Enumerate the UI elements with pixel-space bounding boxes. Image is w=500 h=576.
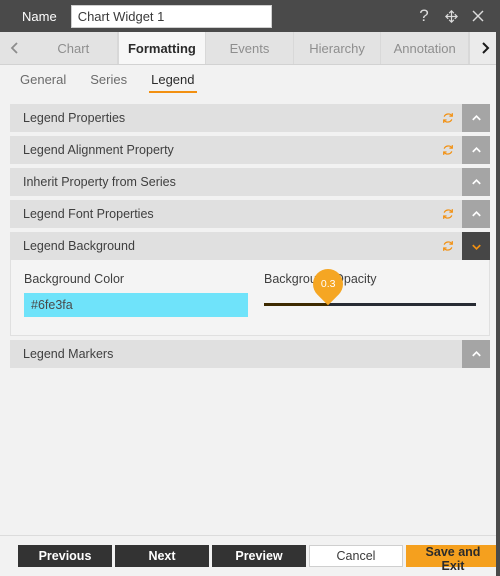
settings-panel: Legend Properties Legend Alignment Proper…	[0, 96, 500, 535]
tab-chart[interactable]: Chart	[30, 32, 118, 64]
section-legend-background: Legend BackgroundBackground ColorBackgro…	[10, 232, 490, 336]
help-icon[interactable]: ?	[416, 7, 432, 24]
sub-tablist: General Series Legend	[0, 65, 500, 97]
section-legend-markers: Legend Markers	[10, 340, 490, 368]
section-header-legend-font-properties[interactable]: Legend Font Properties	[10, 200, 490, 228]
subtab-legend[interactable]: Legend	[141, 68, 204, 94]
subtab-label: Series	[90, 72, 128, 87]
slider-fill	[264, 303, 328, 306]
section-title: Legend Alignment Property	[23, 143, 174, 157]
preview-button[interactable]: Preview	[212, 545, 306, 567]
previous-button[interactable]: Previous	[18, 545, 112, 567]
section-legend-properties: Legend Properties	[10, 104, 490, 132]
chevron-up-icon[interactable]	[462, 104, 490, 132]
tab-annotation[interactable]: Annotation	[381, 32, 469, 64]
tab-formatting[interactable]: Formatting	[117, 32, 207, 64]
background-color-input[interactable]	[24, 293, 248, 317]
dialog-footer: Previous Next Preview Cancel Save and Exit	[0, 535, 500, 576]
cancel-button[interactable]: Cancel	[309, 545, 403, 567]
widget-name-input[interactable]	[70, 4, 272, 28]
chevron-down-icon[interactable]	[462, 232, 490, 260]
subtab-label: General	[20, 72, 67, 87]
tabstrip-prev-arrow-icon[interactable]	[0, 32, 30, 64]
slider-handle[interactable]: 0.3	[306, 262, 349, 306]
window-titlebar: Name ?	[0, 0, 500, 32]
chevron-up-icon[interactable]	[462, 168, 490, 196]
reset-icon[interactable]	[434, 200, 462, 228]
background-color-label: Background Color	[24, 272, 125, 286]
reset-icon[interactable]	[434, 232, 462, 260]
close-icon[interactable]	[470, 8, 486, 24]
background-opacity-field: Background Opacity 0.3	[256, 262, 476, 317]
subtab-label: Legend	[151, 72, 195, 87]
slider-track[interactable]	[264, 303, 476, 306]
background-opacity-label: Background Opacity	[264, 272, 377, 286]
section-title: Legend Font Properties	[23, 207, 154, 221]
chevron-up-icon[interactable]	[462, 136, 490, 164]
section-header-inherit-property-from-series[interactable]: Inherit Property from Series	[10, 168, 490, 196]
section-title: Legend Background	[23, 239, 135, 253]
subtab-series[interactable]: Series	[80, 68, 137, 94]
tab-label: Chart	[57, 40, 90, 56]
reset-icon[interactable]	[434, 136, 462, 164]
section-header-legend-background[interactable]: Legend Background	[10, 232, 490, 260]
tab-label: Events	[229, 40, 270, 56]
save-and-exit-button[interactable]: Save and Exit	[406, 545, 500, 573]
section-legend-font-properties: Legend Font Properties	[10, 200, 490, 228]
reset-icon[interactable]	[434, 104, 462, 132]
section-inherit-property-from-series: Inherit Property from Series	[10, 168, 490, 196]
titlebar-icon-group: ?	[416, 7, 492, 24]
section-header-legend-markers[interactable]: Legend Markers	[10, 340, 490, 368]
chevron-up-icon[interactable]	[462, 340, 490, 368]
chevron-up-icon[interactable]	[462, 200, 490, 228]
tab-hierarchy[interactable]: Hierarchy	[294, 32, 382, 64]
tab-list: Chart Formatting Events Hierarchy Annotation	[30, 32, 469, 64]
section-title: Inherit Property from Series	[23, 175, 176, 189]
subtab-general[interactable]: General	[10, 68, 76, 94]
right-edge-bar	[496, 0, 500, 576]
section-title: Legend Markers	[23, 347, 114, 361]
section-header-legend-properties[interactable]: Legend Properties	[10, 104, 490, 132]
background-color-field: Background Color	[24, 272, 256, 317]
section-header-legend-alignment-property[interactable]: Legend Alignment Property	[10, 136, 490, 164]
slider-value-label: 0.3	[320, 278, 335, 291]
background-opacity-slider[interactable]: 0.3	[264, 262, 476, 317]
main-tabstrip: Chart Formatting Events Hierarchy Annotation	[0, 32, 500, 65]
tab-label: Formatting	[127, 40, 196, 56]
name-label: Name	[22, 8, 57, 24]
legend-background-body: Background Color Background Opacity0.3	[10, 260, 490, 336]
next-button[interactable]: Next	[115, 545, 209, 567]
move-icon[interactable]	[443, 8, 459, 24]
section-legend-alignment-property: Legend Alignment Property	[10, 136, 490, 164]
tab-label: Annotation	[393, 40, 456, 56]
tab-label: Hierarchy	[309, 40, 365, 56]
tab-events[interactable]: Events	[206, 32, 294, 64]
section-title: Legend Properties	[23, 111, 126, 125]
